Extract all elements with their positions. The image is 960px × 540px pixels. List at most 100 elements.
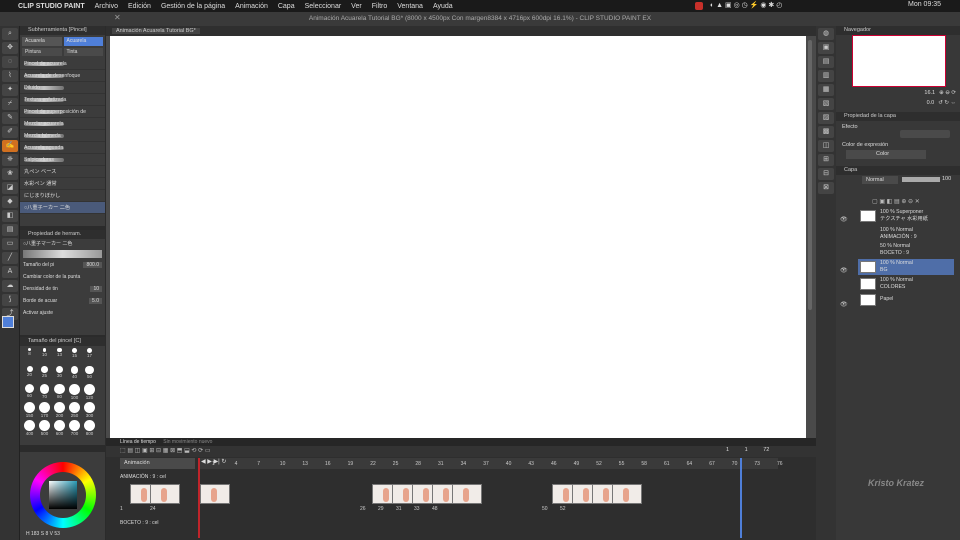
brush-item[interactable]: Acuarela aguada [20,142,105,154]
correct-line-tool-icon[interactable]: ⟆ [2,294,18,306]
frame-number[interactable]: 25 [393,461,399,467]
layer-row[interactable]: 100 % Normal COLORES [858,276,954,292]
navigator-thumbnail[interactable] [852,35,946,87]
layer-toolbar[interactable]: ▢ ▣ ◧ ▤ ⊕ ⊖ ✕ [872,198,952,206]
brush-size-option[interactable]: 70 [38,384,51,400]
brush-size-option[interactable]: 80 [53,384,66,400]
menu-ventana[interactable]: Ventana [397,3,423,10]
menu-seleccionar[interactable]: Seleccionar [305,3,342,10]
navigator-icon[interactable]: ◍ [818,28,834,40]
panel-icon[interactable]: ⊟ [818,168,834,180]
panel-icon[interactable]: ▩ [818,126,834,138]
brush-size-option[interactable]: 250 [68,402,81,418]
panel-icon[interactable]: ▦ [818,84,834,96]
angle-value[interactable]: 0.0 [927,100,935,110]
canvas-tab[interactable]: Animación Acuarela Tutorial BG* [112,28,200,34]
wand-tool-icon[interactable]: ✦ [2,84,18,96]
frame-number[interactable]: 64 [687,461,693,467]
ruler-tool-icon[interactable]: ╱ [2,252,18,264]
density-value[interactable]: 10 [90,286,102,292]
panel-icon[interactable]: ▤ [818,56,834,68]
brush-size-option[interactable]: 120 [83,384,96,400]
tab-acuarela-1[interactable]: Acuarela [22,37,62,46]
frame-number[interactable]: 40 [506,461,512,467]
panel-icon[interactable]: ⊞ [818,154,834,166]
frame-number[interactable]: 7 [257,461,260,467]
brush-size-option[interactable]: 300 [83,402,96,418]
panel-icon[interactable]: ▨ [818,112,834,124]
main-color-swatch[interactable] [2,316,14,328]
gradient-tool-icon[interactable]: ▤ [2,224,18,236]
animation-cel[interactable] [150,484,180,504]
effect-buttons[interactable] [900,130,950,138]
frame-number[interactable]: 76 [777,461,783,467]
brush-size-option[interactable]: 30 [53,366,66,382]
brush-item[interactable]: 水彩ペン 通常 [20,178,105,190]
frame-number[interactable]: 55 [619,461,625,467]
blend-mode-select[interactable]: Normal [862,176,898,184]
panel-icon[interactable]: ▥ [818,70,834,82]
menu-gestion[interactable]: Gestión de la página [161,3,225,10]
frame-number[interactable]: 37 [483,461,489,467]
brush-size-option[interactable]: 13 [53,348,66,364]
brush-tool-icon[interactable]: ✍ [2,140,18,152]
brush-size-option[interactable]: 400 [23,420,36,436]
panel-icon[interactable]: ◫ [818,140,834,152]
layer-row[interactable]: 50 % Normal BOCETO : 9 [858,242,954,258]
brush-size-option[interactable]: 150 [23,402,36,418]
brush-item[interactable]: Pincel de acuarela [20,58,105,70]
opacity-value[interactable]: 100 [942,176,951,182]
brush-size-option[interactable]: 800 [83,420,96,436]
opacity-slider[interactable] [902,177,940,182]
frame-number[interactable]: 46 [551,461,557,467]
text-tool-icon[interactable]: A [2,266,18,278]
zoom-value[interactable]: 16.1 [924,90,935,100]
tab-acuarela-2[interactable]: Acuarela [63,37,103,46]
frame-number[interactable]: 16 [325,461,331,467]
layer-row-selected[interactable]: 100 % Normal BG [858,259,954,275]
brush-size-option[interactable]: 50 [83,366,96,382]
lasso-tool-icon[interactable]: ⌇ [2,70,18,82]
play-controls[interactable]: ◀ ▶ ▶| ↻ [201,458,226,465]
menu-filtro[interactable]: Filtro [372,3,388,10]
brush-item[interactable]: Mezclar acuarela [20,118,105,130]
frame-number[interactable]: 31 [438,461,444,467]
pen-tool-icon[interactable]: ✎ [2,112,18,124]
frame-number[interactable]: 70 [732,461,738,467]
frame-number[interactable]: 43 [528,461,534,467]
playhead[interactable] [198,458,200,538]
brush-size-option[interactable]: 17 [83,348,96,364]
animation-cel[interactable] [452,484,482,504]
brush-size-option[interactable]: 60 [23,384,36,400]
menu-archivo[interactable]: Archivo [95,3,118,10]
animation-cel[interactable] [200,484,230,504]
frame-number[interactable]: 67 [709,461,715,467]
menu-capa[interactable]: Capa [278,3,295,10]
track-boceto-name[interactable]: BOCETO : 9 : cel [120,518,195,528]
brush-item[interactable]: Acuarela de desenfoque [20,70,105,82]
balloon-tool-icon[interactable]: ☁ [2,280,18,292]
frame-number[interactable]: 19 [348,461,354,467]
brush-size-option[interactable]: 500 [38,420,51,436]
eyedropper-tool-icon[interactable]: ⌿ [2,98,18,110]
brush-item[interactable]: にじまりぼかし [20,190,105,202]
pencil-tool-icon[interactable]: ✐ [2,126,18,138]
frame-number[interactable]: 58 [641,461,647,467]
brush-size-option[interactable]: 600 [53,420,66,436]
brush-size-option[interactable]: 40 [68,366,81,382]
edge-value[interactable]: 5.0 [89,298,102,304]
menu-ayuda[interactable]: Ayuda [433,3,453,10]
brush-size-option[interactable]: 200 [53,402,66,418]
frame-number[interactable]: 49 [574,461,580,467]
menu-ver[interactable]: Ver [351,3,362,10]
menu-edicion[interactable]: Edición [128,3,151,10]
layer-row[interactable]: 100 % Normal ANIMACIÓN : 9 [858,226,954,242]
brush-item[interactable]: 丸ペン ベース [20,166,105,178]
frame-number[interactable]: 73 [754,461,760,467]
track-select[interactable]: Animación [120,458,195,469]
canvas[interactable] [110,36,806,438]
frame-number[interactable]: 10 [280,461,286,467]
move-tool-icon[interactable]: ✥ [2,42,18,54]
blend-tool-icon[interactable]: ◆ [2,196,18,208]
brush-size-option[interactable]: 700 [68,420,81,436]
